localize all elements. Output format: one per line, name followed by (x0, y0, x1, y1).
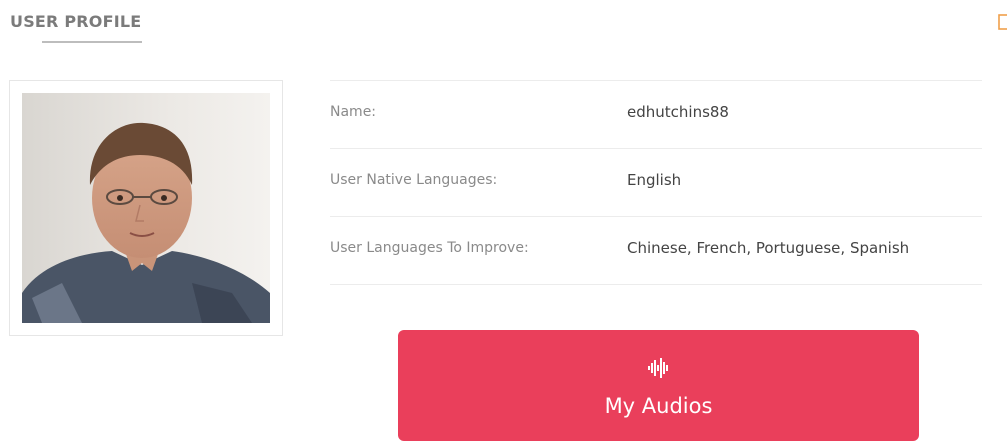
languages-to-improve-label: User Languages To Improve: (330, 240, 529, 256)
languages-to-improve-value: Chinese, French, Portuguese, Spanish (627, 239, 910, 257)
name-label: Name: (330, 104, 377, 120)
edit-icon[interactable] (998, 14, 1007, 30)
sound-wave-icon (648, 358, 668, 378)
profile-info-table: Name: edhutchins88 User Native Languages… (330, 80, 982, 285)
info-row-name: Name: edhutchins88 (330, 81, 982, 149)
profile-photo-frame (9, 80, 283, 336)
profile-photo (22, 93, 270, 323)
name-value: edhutchins88 (627, 103, 729, 121)
my-audios-button[interactable]: My Audios (398, 330, 919, 441)
info-row-languages-to-improve: User Languages To Improve: Chinese, Fren… (330, 217, 982, 285)
native-languages-label: User Native Languages: (330, 172, 498, 188)
user-photo-image (22, 93, 270, 323)
page-title: USER PROFILE (10, 12, 142, 31)
native-languages-value: English (627, 171, 682, 189)
my-audios-label: My Audios (604, 394, 713, 418)
user-profile-page: USER PROFILE Name: edhutchins88 User Nat… (0, 0, 1007, 441)
title-underline (42, 41, 142, 43)
info-row-native-languages: User Native Languages: English (330, 149, 982, 217)
